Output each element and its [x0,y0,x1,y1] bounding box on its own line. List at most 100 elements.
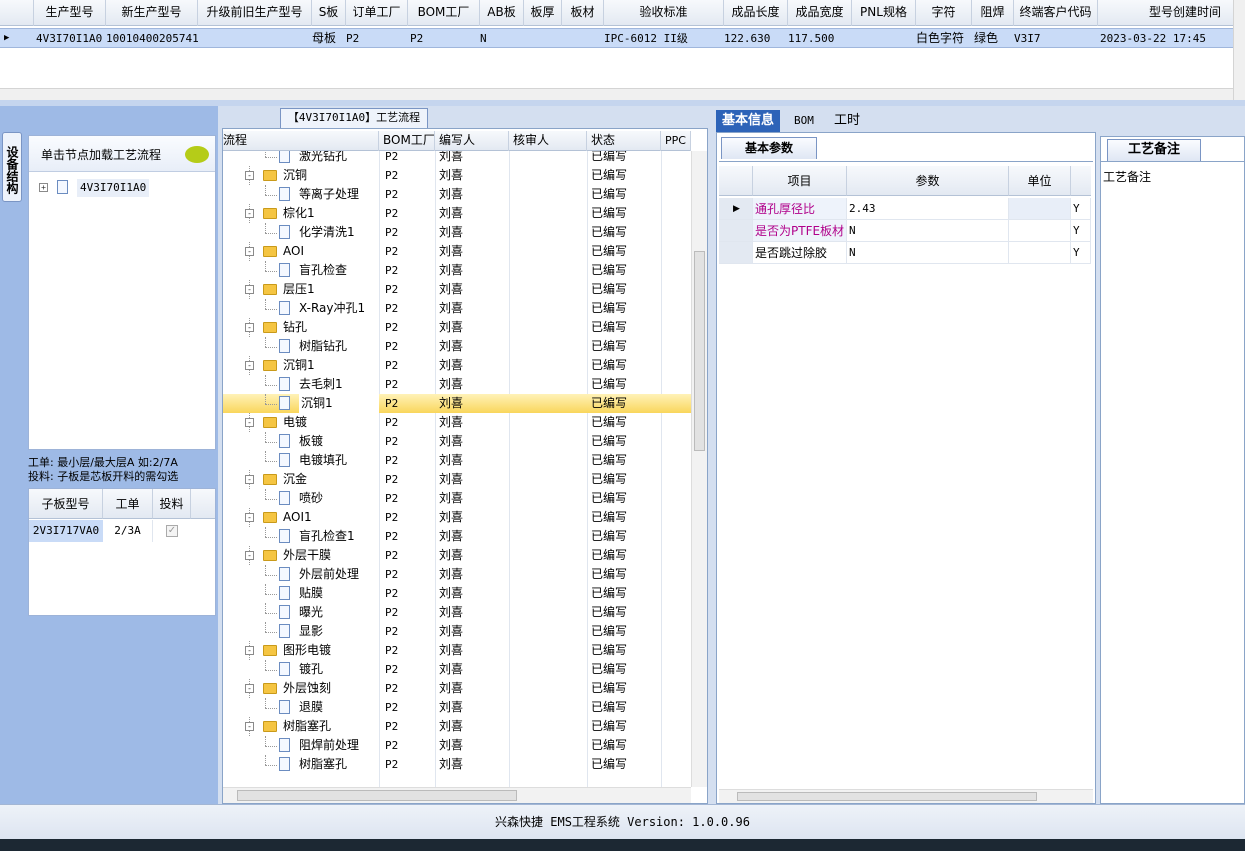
process-step-row[interactable]: 镀孔 P2 刘喜 已编写 [223,660,691,679]
process-group-row[interactable]: - AOI P2 刘喜 已编写 [223,242,691,261]
feed-checkbox[interactable]: ✓ [166,525,178,537]
col-header[interactable]: PPC [661,131,691,151]
cell-pnl[interactable] [852,29,916,48]
process-group-row[interactable]: - 图形电镀 P2 刘喜 已编写 [223,641,691,660]
collapse-icon[interactable]: - [245,171,254,180]
col-header[interactable]: 参数 [847,166,1009,196]
cell-customer-code[interactable]: V3I7 [1014,29,1098,48]
top-vertical-scrollbar[interactable] [1233,0,1245,100]
table-row[interactable]: 2V3I717VA0 2/3A ✓ [29,520,215,542]
process-step-row[interactable]: 沉铜1 P2 刘喜 已编写 [223,394,691,413]
collapse-icon[interactable]: - [245,361,254,370]
cell-s-board[interactable]: 母板 [312,29,346,48]
col-header[interactable]: 工单 [103,489,153,519]
process-step-row[interactable]: 去毛刺1 P2 刘喜 已编写 [223,375,691,394]
collapse-icon[interactable]: - [245,513,254,522]
param-unit[interactable] [1009,198,1071,220]
scroll-thumb[interactable] [237,790,517,801]
collapse-icon[interactable]: - [245,323,254,332]
cell-order-factory[interactable]: P2 [346,29,408,48]
process-vertical-scrollbar[interactable] [691,151,707,787]
process-group-row[interactable]: - 电镀 P2 刘喜 已编写 [223,413,691,432]
cell-sub-model[interactable]: 2V3I717VA0 [29,520,103,542]
cell-new-model[interactable]: 10010400205741 [106,29,198,48]
tab-equipment-structure[interactable]: 设备结构 [2,132,22,202]
top-horizontal-scrollbar[interactable] [0,88,1233,100]
process-step-row[interactable]: 板镀 P2 刘喜 已编写 [223,432,691,451]
col-header[interactable]: 验收标准 [604,0,724,26]
process-group-row[interactable]: - 层压1 P2 刘喜 已编写 [223,280,691,299]
scroll-thumb[interactable] [694,251,705,451]
col-header[interactable]: 订单工厂 [346,0,408,26]
process-step-row[interactable]: 贴膜 P2 刘喜 已编写 [223,584,691,603]
expand-icon[interactable]: + [39,183,48,192]
cell-material[interactable] [562,29,604,48]
col-header[interactable]: 新生产型号 [106,0,198,26]
col-header[interactable]: 流程 [223,131,379,151]
param-unit[interactable] [1009,242,1071,264]
col-header[interactable]: 阻焊 [972,0,1014,26]
scroll-thumb[interactable] [737,792,1037,801]
col-header[interactable]: BOM工厂 [379,131,435,151]
process-step-row[interactable]: 退膜 P2 刘喜 已编写 [223,698,691,717]
param-unit[interactable] [1009,220,1071,242]
process-step-row[interactable]: 阻焊前处理 P2 刘喜 已编写 [223,736,691,755]
col-header[interactable]: 终端客户代码 [1014,0,1098,26]
process-step-row[interactable]: 喷砂 P2 刘喜 已编写 [223,489,691,508]
col-header[interactable]: 子板型号 [29,489,103,519]
table-row[interactable]: 是否跳过除胶 N Y [719,242,1093,264]
process-group-row[interactable]: - 沉铜 P2 刘喜 已编写 [223,166,691,185]
process-group-row[interactable]: - AOI1 P2 刘喜 已编写 [223,508,691,527]
process-group-row[interactable]: - 外层干膜 P2 刘喜 已编写 [223,546,691,565]
cell-acceptance[interactable]: IPC-6012 II级 [604,29,724,48]
cell-model[interactable]: 4V3I70I1A0 [36,29,106,48]
cell-solder-mask[interactable]: 绿色 [974,29,1014,48]
process-group-row[interactable]: - 沉金 P2 刘喜 已编写 [223,470,691,489]
process-step-row[interactable]: 电镀填孔 P2 刘喜 已编写 [223,451,691,470]
col-header[interactable]: 型号创建时间 [1098,0,1233,26]
collapse-icon[interactable]: - [245,722,254,731]
param-item[interactable]: 是否为PTFE板材 [753,220,847,242]
collapse-icon[interactable]: - [245,684,254,693]
cell-thickness[interactable] [524,29,562,48]
process-step-row[interactable]: 曝光 P2 刘喜 已编写 [223,603,691,622]
collapse-icon[interactable]: - [245,247,254,256]
collapse-icon[interactable]: - [245,646,254,655]
col-header[interactable]: 生产型号 [34,0,106,26]
tab-bom[interactable]: BOM [788,110,820,132]
process-step-row[interactable]: 显影 P2 刘喜 已编写 [223,622,691,641]
col-header[interactable]: BOM工厂 [408,0,480,26]
col-header[interactable]: AB板 [480,0,524,26]
remark-area[interactable]: 工艺备注 [1101,161,1244,803]
process-group-row[interactable]: - 钻孔 P2 刘喜 已编写 [223,318,691,337]
process-group-row[interactable]: - 外层蚀刻 P2 刘喜 已编写 [223,679,691,698]
col-header[interactable]: 字符 [916,0,972,26]
cell-width[interactable]: 117.500 [788,29,852,48]
process-step-row[interactable]: 激光钻孔 P2 刘喜 已编写 [223,151,691,166]
process-step-row[interactable]: 树脂钻孔 P2 刘喜 已编写 [223,337,691,356]
param-item[interactable]: 是否跳过除胶 [753,242,847,264]
process-step-row[interactable]: X-Ray冲孔1 P2 刘喜 已编写 [223,299,691,318]
process-group-row[interactable]: - 树脂塞孔 P2 刘喜 已编写 [223,717,691,736]
table-row[interactable]: 是否为PTFE板材 N Y [719,220,1093,242]
col-header[interactable]: 状态 [587,131,661,151]
process-step-row[interactable]: 外层前处理 P2 刘喜 已编写 [223,565,691,584]
collapse-icon[interactable]: - [245,209,254,218]
col-header[interactable]: 投料 [153,489,191,519]
col-header[interactable]: PNL规格 [852,0,916,26]
cell-work-order[interactable]: 2/3A [103,520,153,542]
collapse-icon[interactable]: - [245,475,254,484]
tab-process-remark[interactable]: 工艺备注 [1107,139,1201,161]
param-value[interactable]: 2.43 [847,198,1009,220]
collapse-icon[interactable]: - [245,285,254,294]
process-step-row[interactable]: 树脂塞孔 P2 刘喜 已编写 [223,755,691,774]
tab-work-hours[interactable]: 工时 [828,110,866,132]
process-step-row[interactable]: 盲孔检查 P2 刘喜 已编写 [223,261,691,280]
cell-ab-board[interactable]: N [480,29,524,48]
process-step-row[interactable]: 盲孔检查1 P2 刘喜 已编写 [223,527,691,546]
collapse-icon[interactable]: - [245,418,254,427]
param-value[interactable]: N [847,242,1009,264]
col-header[interactable]: S板 [312,0,346,26]
col-header[interactable]: 升级前旧生产型号 [198,0,312,26]
cell-bom-factory[interactable]: P2 [410,29,480,48]
